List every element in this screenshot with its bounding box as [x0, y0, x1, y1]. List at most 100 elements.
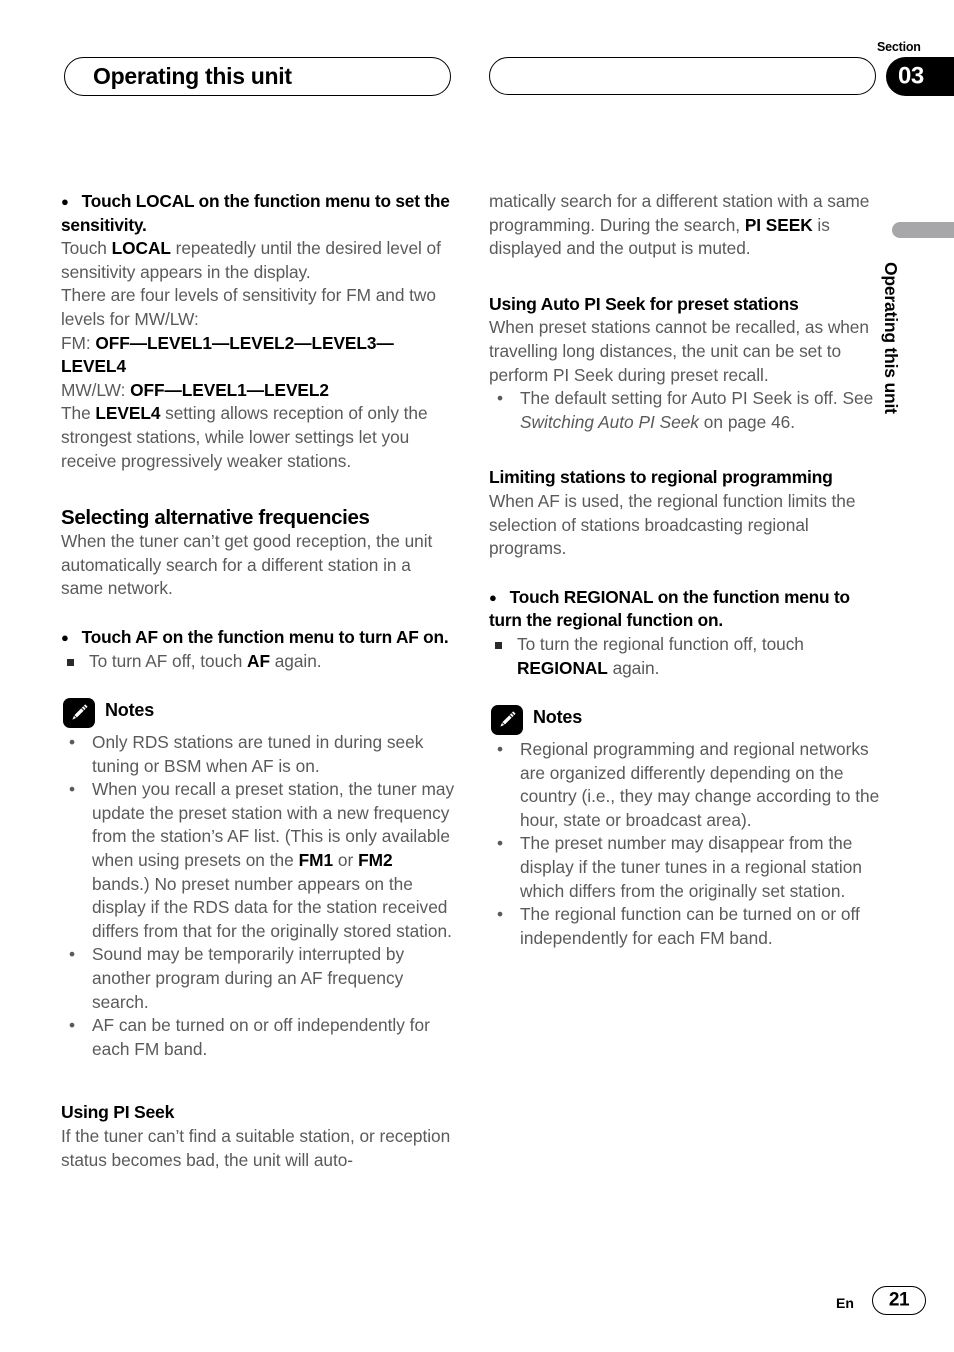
paragraph-sensitivity-levels: There are four levels of sensitivity for… [61, 285, 436, 329]
notes-list-right: • Regional programming and regional netwo… [489, 738, 883, 950]
bold-run: OFF—LEVEL1—LEVEL2 [130, 379, 329, 400]
left-column: ● Touch LOCAL on the function menu to set… [61, 190, 455, 1172]
text-run: Touch [61, 238, 112, 259]
right-column: matically search for a different station… [489, 190, 883, 950]
list-item: • The default setting for Auto PI Seek is… [489, 387, 883, 434]
text-run: or [333, 850, 359, 871]
heading-using-pi-seek: Using PI Seek [61, 1102, 175, 1123]
text-run: on page 46. [699, 411, 796, 432]
action-touch-regional-text: Touch REGIONAL on the function menu to t… [489, 586, 850, 631]
list-item: • Only RDS stations are tuned in during s… [61, 731, 455, 778]
paragraph-auto-pi-seek: When preset stations cannot be recalled,… [489, 317, 869, 385]
action-touch-af: ● Touch AF on the function menu to turn A… [61, 626, 455, 650]
paragraph-fm-levels: FM: OFF—LEVEL1—LEVEL2—LEVEL3—LEVEL4 [61, 332, 455, 379]
notes-header-left: Notes [61, 698, 455, 729]
notes-header-right: Notes [489, 705, 883, 736]
list-item: • The preset number may disappear from th… [489, 832, 883, 903]
subnote-turn-af-off: To turn AF off, touch AF again. [61, 650, 455, 674]
list-item: • The regional function can be turned on … [489, 903, 883, 950]
list-item: • Sound may be temporarily interrupted by… [61, 943, 455, 1014]
bold-run: FM1 [298, 850, 334, 871]
italic-cross-reference: Switching Auto PI Seek [520, 411, 699, 432]
dot-bullet-icon: • [69, 1015, 76, 1036]
action-touch-local-text: Touch LOCAL on the function menu to set … [61, 191, 450, 235]
paragraph-level4-desc: The LEVEL4 setting allows reception of o… [61, 402, 455, 473]
dot-bullet-icon: • [497, 833, 504, 854]
bold-run: PI SEEK [744, 214, 813, 235]
paragraph-mwlw-levels: MW/LW: OFF—LEVEL1—LEVEL2 [61, 379, 455, 403]
text-run: To turn the regional function off, touch [517, 633, 804, 654]
text-run: To turn AF off, touch [89, 650, 248, 671]
bold-run: FM2 [358, 850, 393, 871]
note-text: Only RDS stations are tuned in during se… [92, 732, 424, 776]
pencil-icon [491, 705, 523, 736]
header-empty-pill [489, 57, 876, 95]
dot-bullet-icon: • [69, 779, 76, 800]
heading-auto-pi-seek: Using Auto PI Seek for preset stations [489, 293, 799, 314]
page-number-badge: 21 [872, 1286, 926, 1315]
note-text: When you recall a preset station, the tu… [92, 779, 455, 871]
dot-bullet-icon: • [497, 739, 504, 760]
page-number: 21 [888, 1288, 910, 1310]
chapter-title-pill: Operating this unit [64, 57, 451, 96]
filled-circle-bullet-icon: ● [489, 589, 497, 605]
side-chapter-text: Operating this unit [881, 262, 901, 414]
filled-circle-bullet-icon: ● [61, 194, 69, 209]
text-run: The default setting for Auto PI Seek is … [520, 388, 874, 409]
action-touch-af-text: Touch AF on the function menu to turn AF… [81, 626, 449, 647]
notes-list-left: • Only RDS stations are tuned in during s… [61, 731, 455, 1061]
list-item: • AF can be turned on or off independentl… [61, 1014, 455, 1061]
page-title: Operating this unit [93, 62, 292, 89]
bold-run: LEVEL4 [95, 403, 161, 424]
section-number: 03 [898, 61, 924, 89]
text-run: again. [269, 650, 322, 671]
square-bullet-icon [67, 658, 74, 666]
section-number-tab: 03 [886, 57, 954, 96]
note-text: Sound may be temporarily interrupted by … [92, 944, 405, 1012]
side-chapter-marker [892, 222, 954, 238]
paragraph-local-repeat: Touch LOCAL repeatedly until the desired… [61, 237, 455, 284]
page-header: Operating this unit Section 03 [0, 0, 954, 110]
notes-label-right: Notes [533, 707, 583, 728]
dot-bullet-icon: • [69, 944, 76, 965]
language-code: En [836, 1295, 854, 1311]
filled-circle-bullet-icon: ● [61, 629, 69, 645]
action-touch-local: ● Touch LOCAL on the function menu to set… [61, 190, 455, 237]
text-run: The [61, 403, 96, 424]
text-run: FM: [61, 332, 96, 353]
dot-bullet-icon: • [497, 904, 504, 925]
note-text: The preset number may disappear from the… [520, 833, 862, 901]
paragraph-regional: When AF is used, the regional function l… [489, 490, 856, 559]
action-touch-regional: ● Touch REGIONAL on the function menu to … [489, 586, 883, 633]
text-run: again. [607, 657, 660, 678]
paragraph-alt-freq: When the tuner can’t get good reception,… [61, 531, 433, 599]
text-run: MW/LW: [61, 379, 131, 400]
bold-run: AF [247, 650, 270, 671]
notes-label-left: Notes [105, 700, 155, 721]
page-footer: En 21 [0, 1285, 954, 1325]
bold-run: OFF—LEVEL1—LEVEL2—LEVEL3—LEVEL4 [61, 332, 394, 377]
text-run: bands.) No preset number appears on the … [92, 873, 452, 941]
square-bullet-icon [495, 641, 502, 649]
note-text: The regional function can be turned on o… [520, 904, 860, 948]
section-label: Section [877, 40, 921, 54]
note-text: AF can be turned on or off independently… [92, 1015, 430, 1059]
dot-bullet-icon: • [497, 388, 504, 409]
list-item: • Regional programming and regional netwo… [489, 738, 883, 832]
paragraph-pi-seek-continued: matically search for a different station… [489, 190, 883, 261]
dot-bullet-icon: • [69, 732, 76, 753]
heading-limiting-regional: Limiting stations to regional programmin… [489, 467, 833, 488]
bold-run: LOCAL [111, 238, 171, 259]
pencil-icon [63, 698, 95, 729]
list-item: • When you recall a preset station, the t… [61, 778, 455, 943]
note-text: Regional programming and regional networ… [520, 739, 880, 830]
auto-pi-seek-list: • The default setting for Auto PI Seek is… [489, 387, 883, 434]
